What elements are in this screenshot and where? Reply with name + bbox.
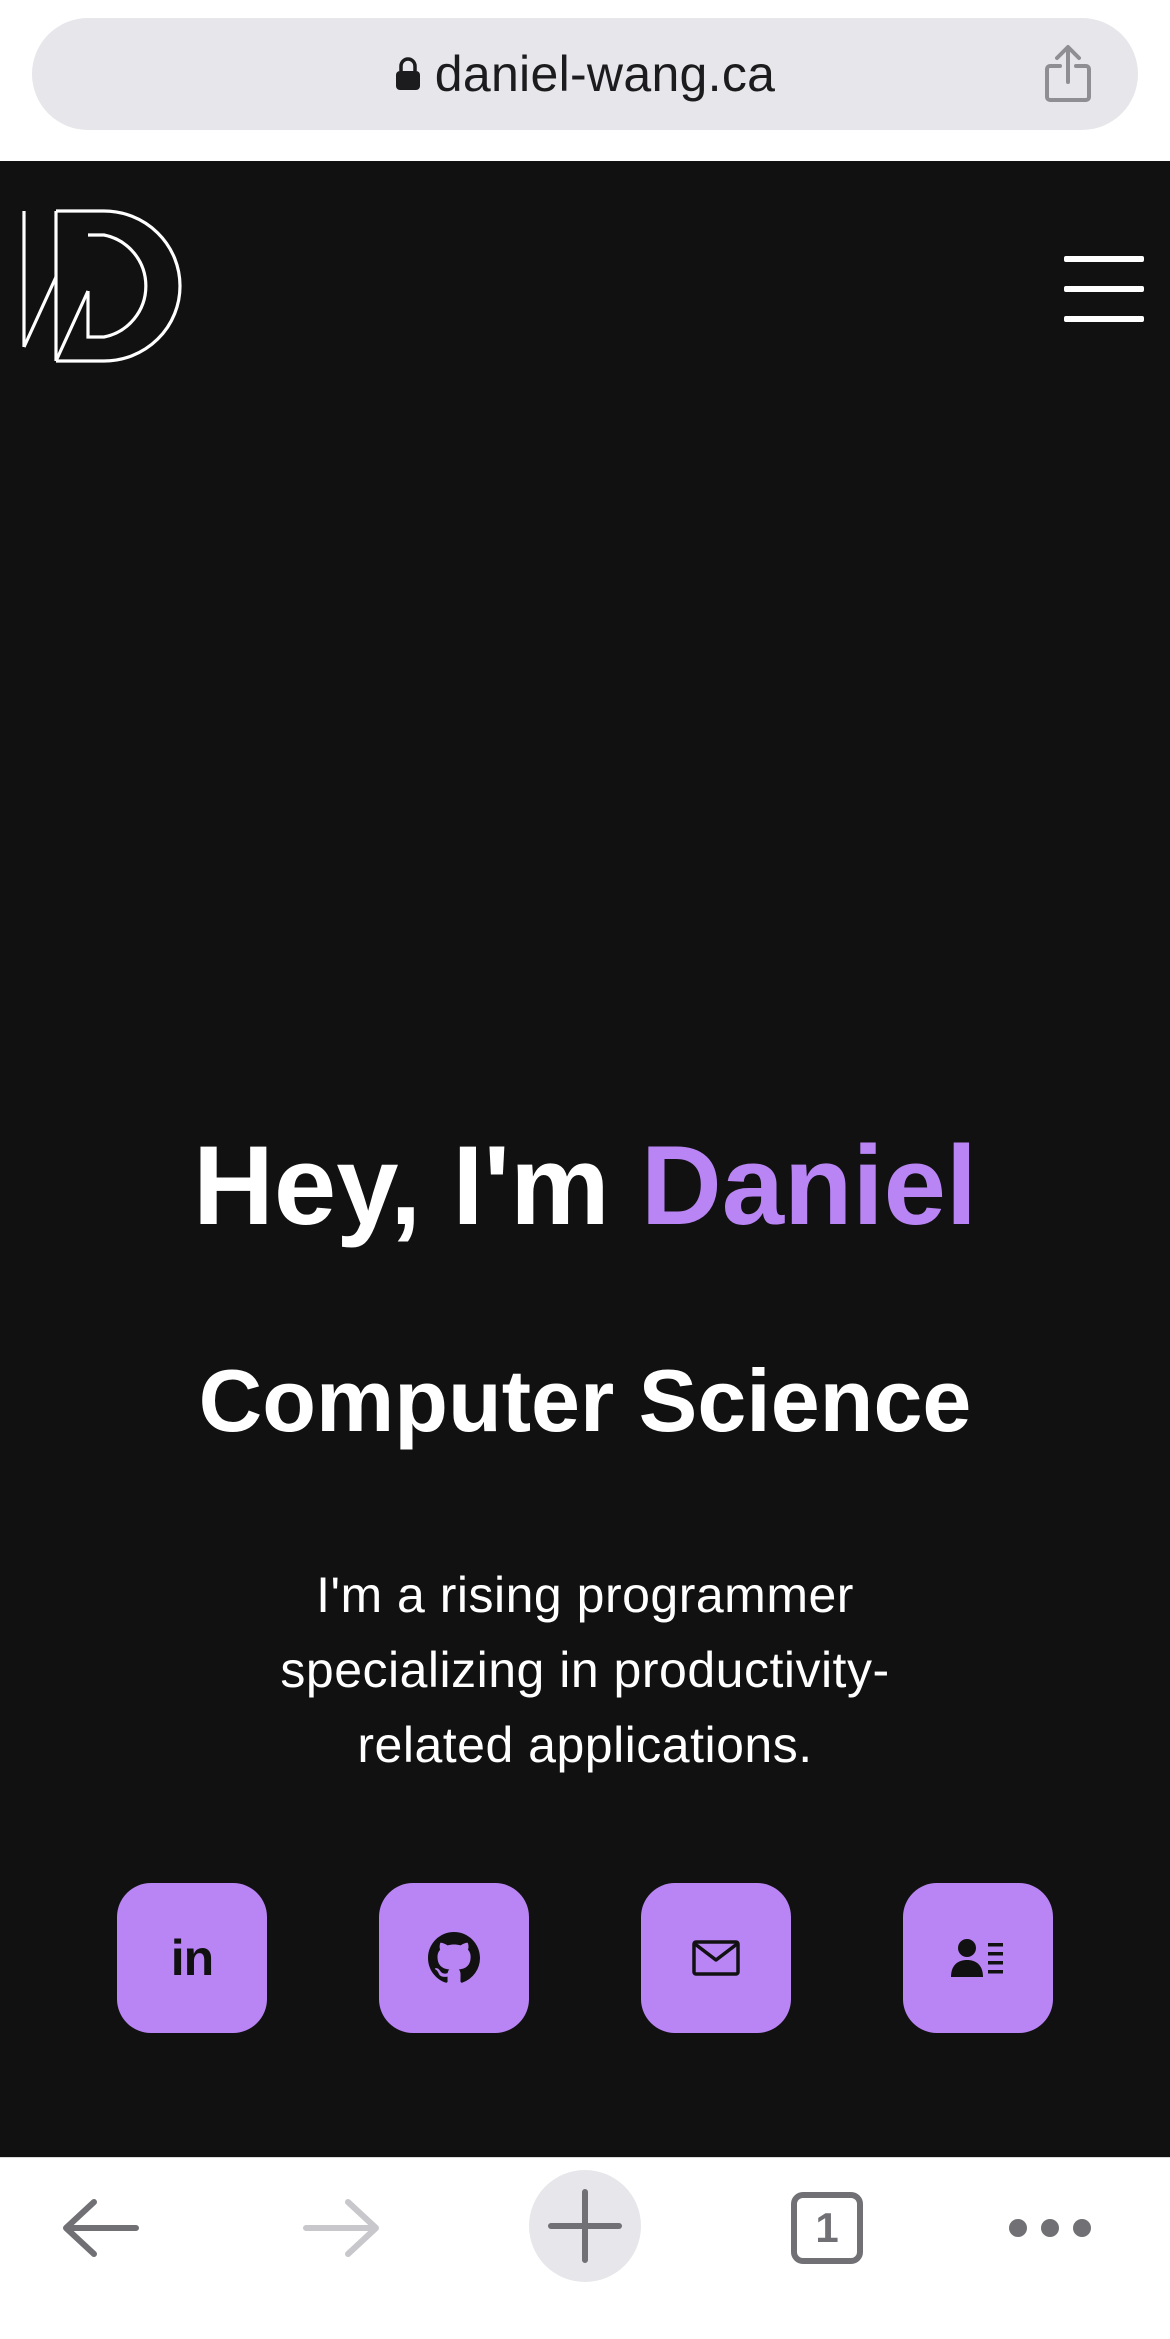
back-arrow-icon <box>63 2199 139 2257</box>
resume-icon <box>951 1939 1003 1977</box>
menu-line-icon <box>1064 256 1144 262</box>
more-options-button[interactable] <box>990 2158 1110 2298</box>
back-button[interactable] <box>40 2158 160 2298</box>
mail-icon <box>692 1940 740 1976</box>
forward-button[interactable] <box>282 2158 402 2298</box>
new-tab-button[interactable] <box>529 2170 641 2282</box>
linkedin-icon: in <box>170 1930 214 1986</box>
menu-line-icon <box>1064 316 1144 322</box>
address-bar[interactable]: daniel-wang.ca <box>32 18 1138 130</box>
github-button[interactable] <box>379 1883 529 2033</box>
hero-title: Hey, I'm Daniel <box>0 1121 1170 1251</box>
github-icon <box>428 1932 480 1983</box>
plus-icon <box>548 2189 622 2263</box>
browser-bottom-toolbar: 1 <box>0 2157 1170 2339</box>
resume-button[interactable] <box>903 1883 1053 2033</box>
url-text: daniel-wang.ca <box>434 46 776 102</box>
email-button[interactable] <box>641 1883 791 2033</box>
hamburger-menu-button[interactable] <box>1064 256 1144 322</box>
hero-description: I'm a rising programmer specializing in … <box>280 1567 890 1773</box>
hero-greeting: Hey, I'm <box>193 1123 641 1248</box>
lock-icon <box>395 57 420 90</box>
address-bar-content: daniel-wang.ca <box>32 18 1138 130</box>
linkedin-button[interactable]: in <box>117 1883 267 2033</box>
social-links: in <box>0 1883 1170 2033</box>
logo-icon[interactable] <box>22 209 184 365</box>
forward-arrow-icon <box>303 2199 379 2257</box>
tab-count: 1 <box>791 2192 863 2264</box>
tabs-button[interactable]: 1 <box>767 2158 887 2298</box>
menu-line-icon <box>1064 286 1144 292</box>
browser-top-bar: daniel-wang.ca <box>0 0 1170 161</box>
more-icon <box>1009 2219 1091 2237</box>
hero-name: Daniel <box>640 1123 977 1248</box>
share-icon[interactable] <box>1042 44 1094 104</box>
hero-subtitle: Computer Science <box>198 1351 972 1450</box>
website-viewport: Hey, I'm Daniel Computer Science I'm a r… <box>0 161 1170 2157</box>
